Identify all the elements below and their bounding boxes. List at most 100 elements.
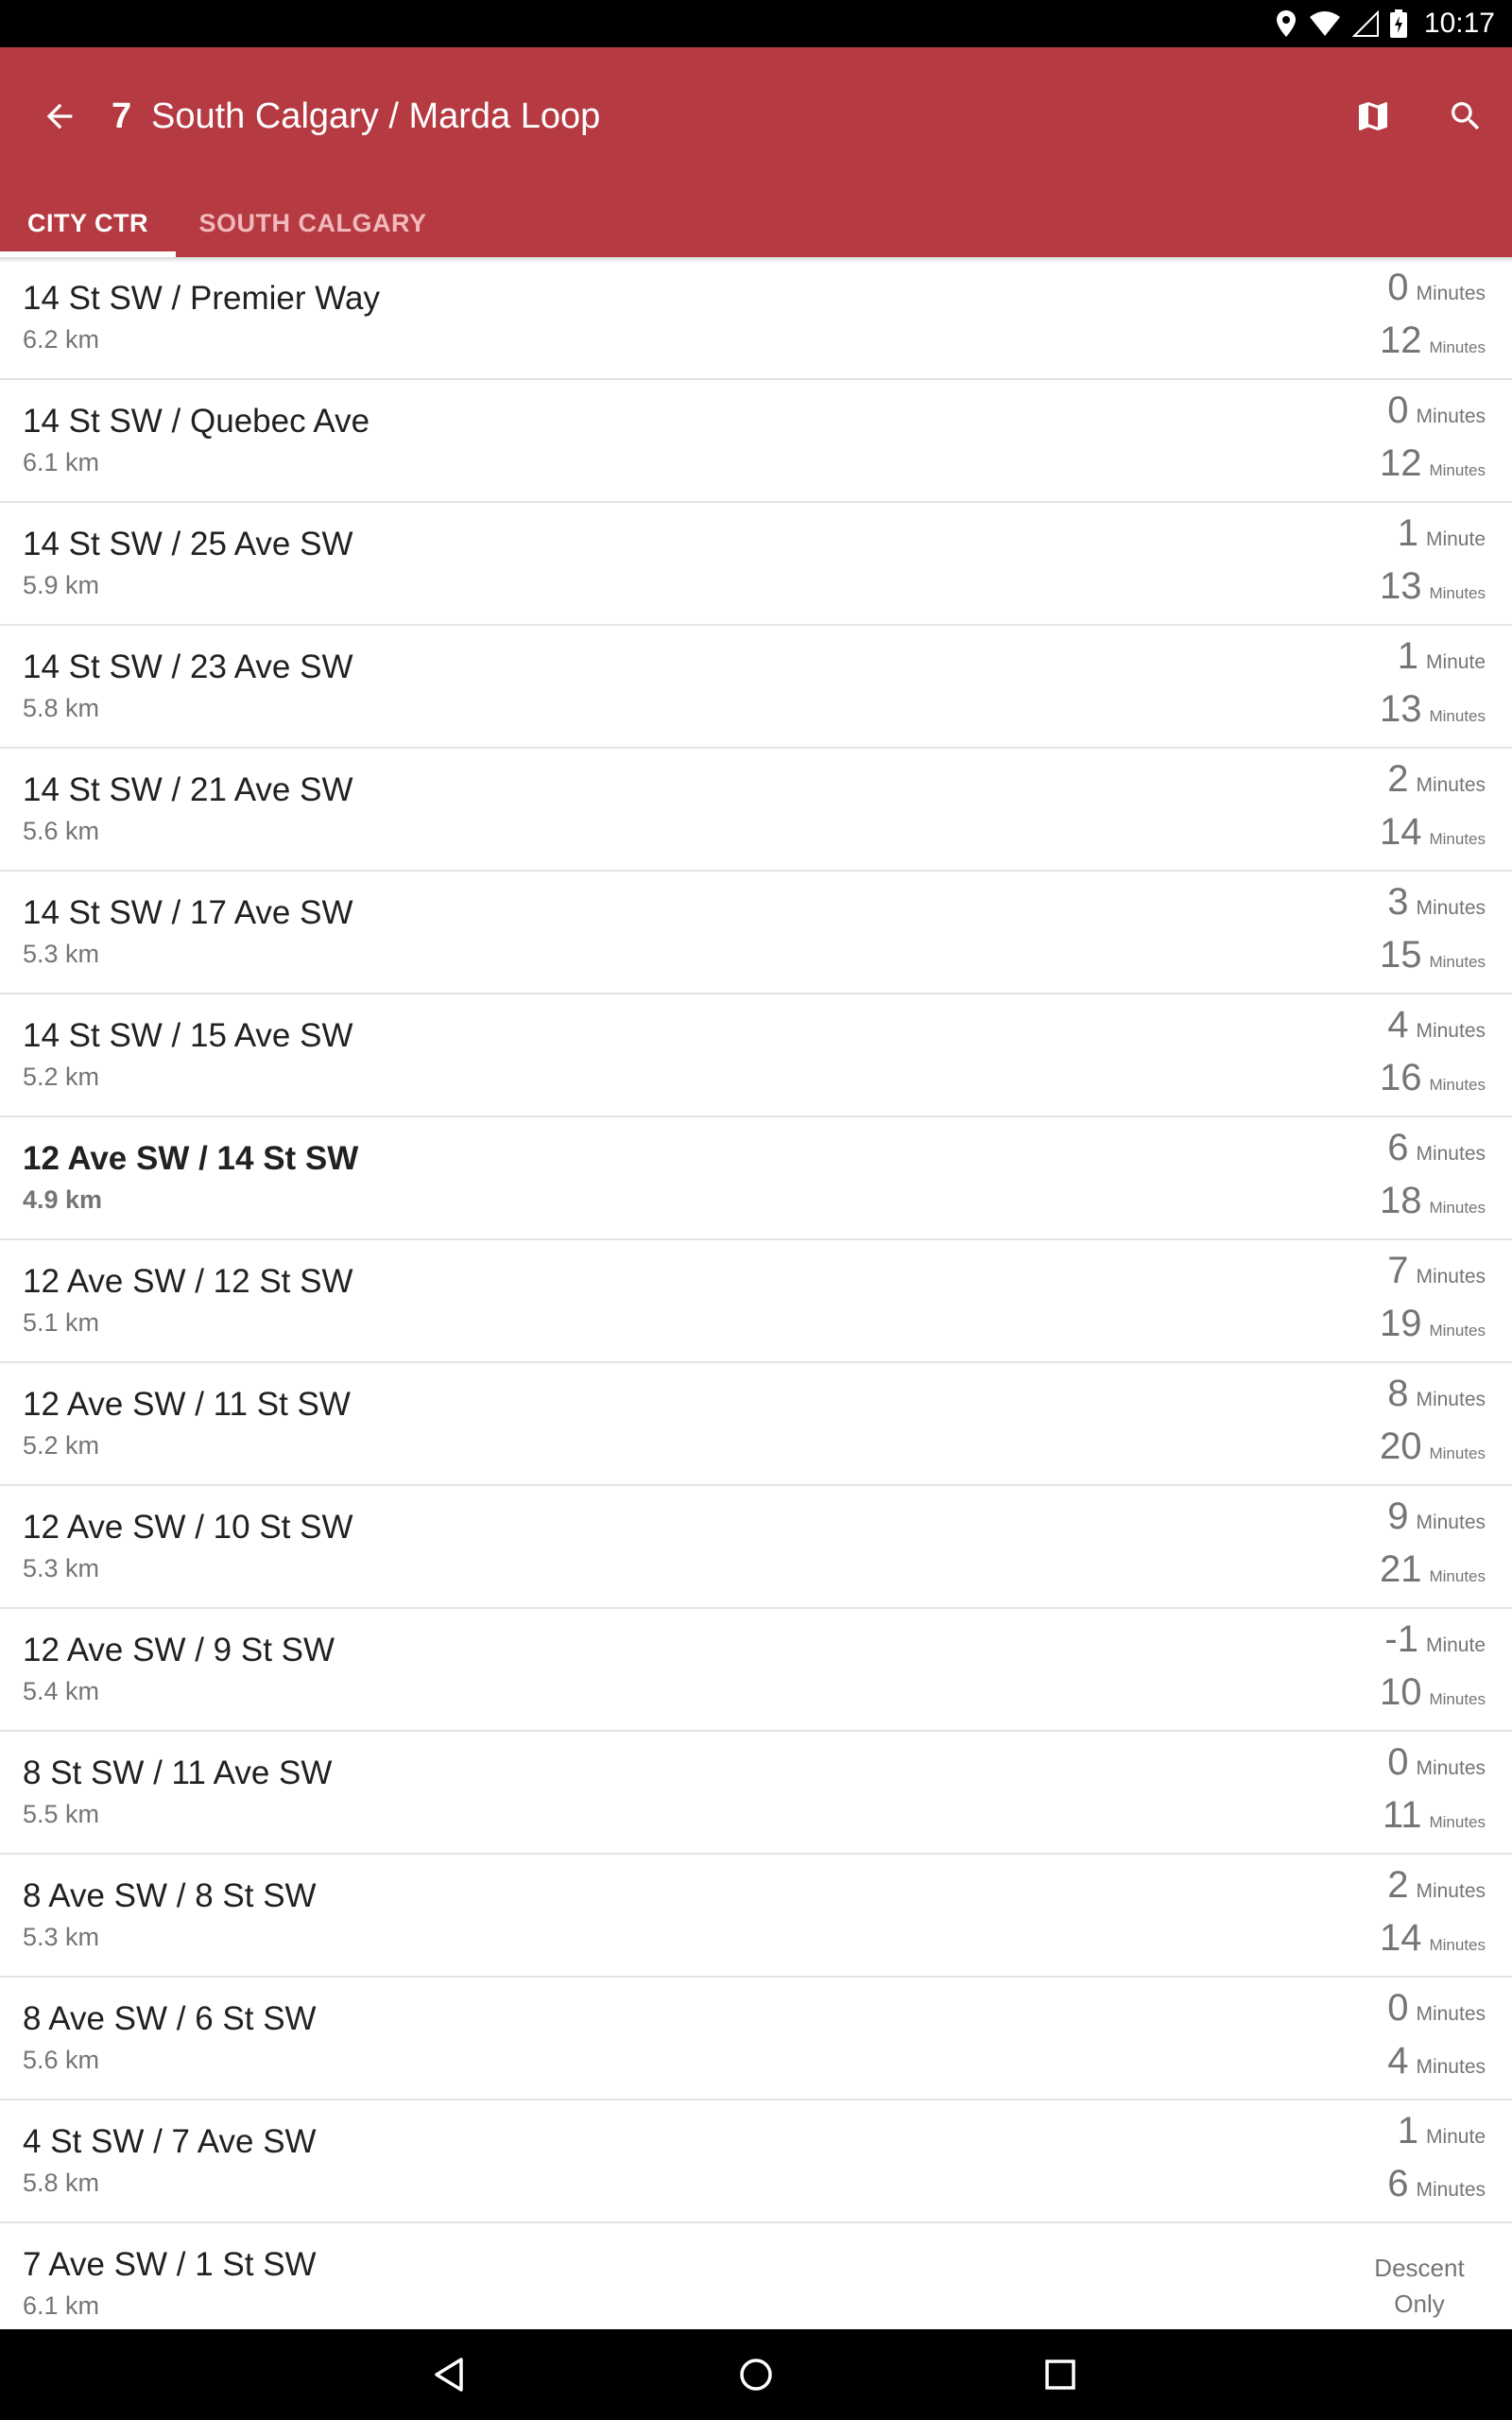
- arrival-unit: Minutes: [1429, 1322, 1486, 1340]
- stop-row[interactable]: 14 St SW / Quebec Ave 6.1 km 0 Minutes 12 Min…: [0, 380, 1512, 503]
- next-arrival: 0 Minutes: [1387, 1741, 1486, 1784]
- stop-distance: 6.1 km: [23, 448, 100, 476]
- stop-name: 14 St SW / 21 Ave SW: [23, 771, 353, 808]
- stop-row[interactable]: 14 St SW / 23 Ave SW 5.8 km 1 Minute 13 Minut…: [0, 626, 1512, 749]
- back-button[interactable]: [28, 85, 91, 147]
- stop-row[interactable]: 12 Ave SW / 9 St SW 5.4 km -1 Minute 10 Minut…: [0, 1609, 1512, 1732]
- stop-name: 14 St SW / 17 Ave SW: [23, 894, 353, 931]
- stop-row[interactable]: 7 Ave SW / 1 St SW 6.1 km Descent Only: [0, 2223, 1512, 2344]
- stop-row[interactable]: 8 St SW / 11 Ave SW 5.5 km 0 Minutes 11 Minut…: [0, 1732, 1512, 1855]
- arrival-minutes: -1: [1384, 1618, 1418, 1660]
- stop-name: 4 St SW / 7 Ave SW: [23, 2123, 317, 2160]
- arrival-times: 2 Minutes 14 Minutes: [1297, 1864, 1486, 1968]
- stop-name: 14 St SW / Quebec Ave: [23, 403, 370, 440]
- following-arrival: 14 Minutes: [1380, 1917, 1486, 1960]
- stop-name: 8 Ave SW / 6 St SW: [23, 2000, 317, 2037]
- next-arrival: 6 Minutes: [1387, 1127, 1486, 1169]
- arrival-unit: Minutes: [1429, 1690, 1486, 1708]
- stop-distance: 5.9 km: [23, 571, 100, 599]
- stop-row[interactable]: 14 St SW / Premier Way 6.2 km 0 Minutes 12 Mi…: [0, 257, 1512, 380]
- next-arrival: 0 Minutes: [1387, 1987, 1486, 2030]
- arrival-minutes: 1: [1397, 512, 1418, 554]
- stop-row[interactable]: 8 Ave SW / 6 St SW 5.6 km 0 Minutes 4 Minutes: [0, 1978, 1512, 2100]
- next-arrival: 8 Minutes: [1387, 1373, 1486, 1415]
- route-number: 7: [112, 96, 132, 136]
- stop-distance: 5.6 km: [23, 2046, 100, 2074]
- arrival-unit: Minutes: [1429, 1813, 1486, 1831]
- stop-name: 7 Ave SW / 1 St SW: [23, 2246, 317, 2283]
- stop-distance: 6.2 km: [23, 325, 100, 354]
- stop-row[interactable]: 14 St SW / 15 Ave SW 5.2 km 4 Minutes 16 Minu…: [0, 994, 1512, 1117]
- nav-recents-button[interactable]: [1030, 2344, 1091, 2405]
- arrival-times: 1 Minute 6 Minutes: [1297, 2110, 1486, 2214]
- following-arrival: 10 Minutes: [1380, 1671, 1486, 1714]
- wifi-icon: [1309, 11, 1340, 36]
- following-arrival: 20 Minutes: [1380, 1426, 1486, 1468]
- stop-row[interactable]: 12 Ave SW / 12 St SW 5.1 km 7 Minutes 19 Minu…: [0, 1240, 1512, 1363]
- arrival-unit: Minutes: [1429, 584, 1486, 602]
- following-arrival: 12 Minutes: [1380, 320, 1486, 362]
- stop-name: 14 St SW / Premier Way: [23, 280, 380, 317]
- arrival-times: 1 Minute 13 Minutes: [1297, 635, 1486, 739]
- arrival-unit: Minutes: [1429, 461, 1486, 479]
- arrival-minutes: 1: [1397, 635, 1418, 677]
- stop-list: 14 St SW / Premier Way 6.2 km 0 Minutes 12 Mi…: [0, 257, 1512, 2344]
- tab-south-calgary[interactable]: SOUTH CALGARY: [176, 189, 450, 257]
- arrival-unit: Minutes: [1429, 1936, 1486, 1954]
- nav-back-button[interactable]: [420, 2344, 480, 2405]
- arrival-times: 0 Minutes 4 Minutes: [1297, 1987, 1486, 2091]
- arrival-unit: Minutes: [1416, 1266, 1486, 1288]
- stop-row[interactable]: 14 St SW / 25 Ave SW 5.9 km 1 Minute 13 Minut…: [0, 503, 1512, 626]
- arrival-minutes: 4: [1387, 1004, 1409, 1046]
- stop-row[interactable]: 12 Ave SW / 10 St SW 5.3 km 9 Minutes 21 Minu…: [0, 1486, 1512, 1609]
- app-bar: 7 South Calgary / Marda Loop CITY CTR SO…: [0, 47, 1512, 257]
- next-arrival: 7 Minutes: [1387, 1250, 1486, 1292]
- arrival-unit: Minutes: [1429, 1076, 1486, 1094]
- arrival-times: 0 Minutes 11 Minutes: [1297, 1741, 1486, 1845]
- arrival-unit: Minutes: [1416, 2003, 1486, 2025]
- nav-home-button[interactable]: [726, 2344, 786, 2405]
- arrival-minutes: 7: [1387, 1250, 1409, 1291]
- arrival-times: 1 Minute 13 Minutes: [1297, 512, 1486, 616]
- following-arrival: 19 Minutes: [1380, 1303, 1486, 1345]
- arrival-times: 9 Minutes 21 Minutes: [1297, 1495, 1486, 1599]
- stop-row[interactable]: 4 St SW / 7 Ave SW 5.8 km 1 Minute 6 Minutes: [0, 2100, 1512, 2223]
- nav-back-icon: [435, 2358, 463, 2392]
- battery-icon: [1389, 9, 1407, 38]
- next-arrival: 1 Minute: [1398, 512, 1486, 555]
- arrival-times: 0 Minutes 12 Minutes: [1297, 267, 1486, 371]
- stop-row[interactable]: 14 St SW / 17 Ave SW 5.3 km 3 Minutes 15 Minu…: [0, 872, 1512, 994]
- arrival-minutes: 12: [1379, 320, 1422, 361]
- arrival-minutes: 11: [1382, 1794, 1422, 1836]
- map-button[interactable]: [1342, 85, 1404, 147]
- arrival-minutes: 2: [1387, 1864, 1409, 1906]
- stop-row[interactable]: 12 Ave SW / 11 St SW 5.2 km 8 Minutes 20 Minu…: [0, 1363, 1512, 1486]
- arrival-unit: Minutes: [1416, 1389, 1486, 1410]
- arrival-times: 4 Minutes 16 Minutes: [1297, 1004, 1486, 1108]
- arrival-times: 7 Minutes 19 Minutes: [1297, 1250, 1486, 1354]
- stop-distance: 5.3 km: [23, 940, 100, 968]
- stop-row[interactable]: 8 Ave SW / 8 St SW 5.3 km 2 Minutes 14 Minute…: [0, 1855, 1512, 1978]
- arrival-unit: Minute: [1425, 651, 1486, 673]
- next-arrival: 1 Minute: [1398, 2110, 1486, 2152]
- following-arrival: 15 Minutes: [1380, 934, 1486, 977]
- tab-city-ctr[interactable]: CITY CTR: [0, 189, 176, 257]
- stop-distance: 5.8 km: [23, 2169, 100, 2197]
- next-arrival: 3 Minutes: [1387, 881, 1486, 924]
- route-name: South Calgary / Marda Loop: [151, 96, 601, 136]
- stop-name: 14 St SW / 25 Ave SW: [23, 526, 353, 562]
- following-arrival: 12 Minutes: [1380, 442, 1486, 485]
- arrival-minutes: 14: [1379, 1917, 1422, 1959]
- arrival-unit: Minutes: [1429, 707, 1486, 725]
- arrival-minutes: 8: [1387, 1373, 1409, 1414]
- arrival-minutes: 19: [1379, 1303, 1422, 1344]
- stop-row[interactable]: 14 St SW / 21 Ave SW 5.6 km 2 Minutes 14 Minu…: [0, 749, 1512, 872]
- stop-row[interactable]: 12 Ave SW / 14 St SW 4.9 km 6 Minutes 18 Minu…: [0, 1117, 1512, 1240]
- search-button[interactable]: [1435, 85, 1497, 147]
- arrival-unit: Minute: [1425, 528, 1486, 550]
- next-arrival: 1 Minute: [1398, 635, 1486, 678]
- stop-distance: 5.3 km: [23, 1923, 100, 1951]
- following-arrival: 14 Minutes: [1380, 811, 1486, 854]
- following-arrival: 6 Minutes: [1387, 2163, 1486, 2205]
- following-arrival: 21 Minutes: [1380, 1548, 1486, 1591]
